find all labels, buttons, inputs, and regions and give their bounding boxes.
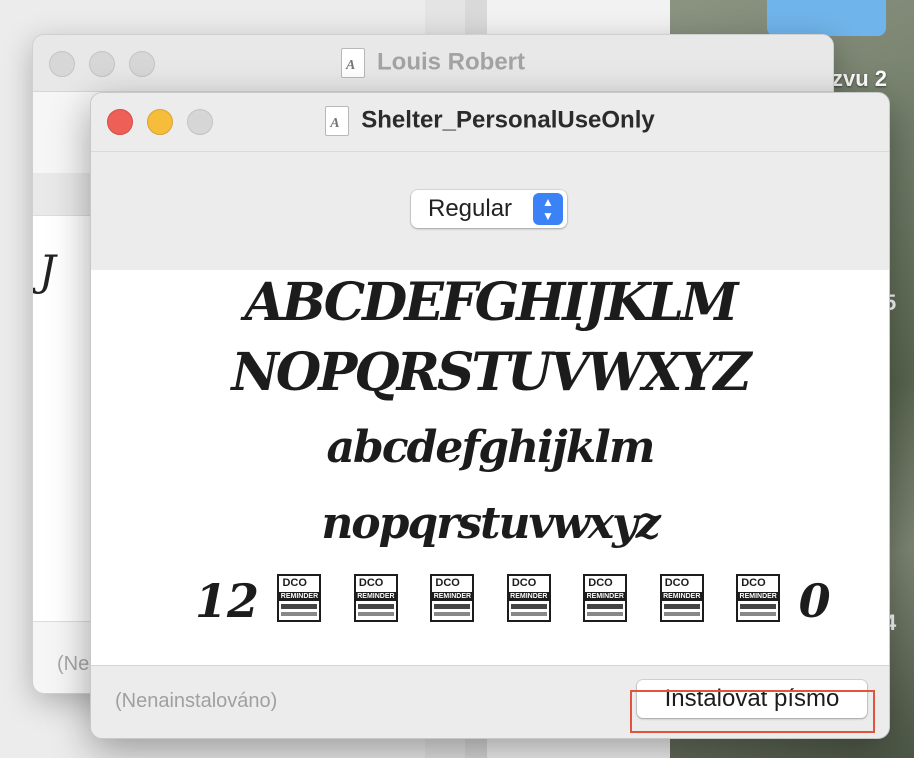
style-toolbar: Regular ▲ ▼ — [91, 151, 889, 271]
dco-reminder-glyph: DCO REMINDER — [659, 574, 704, 622]
font-file-icon: A — [325, 106, 350, 136]
dco-reminder-glyph: DCO REMINDER — [506, 574, 551, 622]
font-sample-area: ABCDEFGHIJKLM NOPQRSTUVWXYZ abcdefghijkl… — [91, 270, 889, 666]
sample-digit-text: 0 — [798, 574, 831, 628]
install-status: (Nenainstalováno) — [115, 690, 278, 712]
chevron-up-down-icon[interactable]: ▲ ▼ — [533, 193, 563, 225]
window-title-text: Louis Robert — [377, 48, 525, 76]
font-file-icon: A — [341, 48, 365, 78]
dco-reminder-glyph: DCO REMINDER — [736, 574, 781, 622]
font-preview-window[interactable]: A Shelter_PersonalUseOnly Regular ▲ ▼ ABCD… — [90, 92, 890, 739]
sample-uppercase-1: ABCDEFGHIJKLM — [244, 272, 738, 333]
font-style-value: Regular — [428, 195, 513, 222]
dco-reminder-glyph: DCO REMINDER — [277, 574, 322, 622]
window-footer: (Nenainstalováno) Instalovat písmo — [91, 666, 889, 738]
install-font-button[interactable]: Instalovat písmo — [637, 680, 867, 718]
dco-reminder-glyph: DCO REMINDER — [353, 574, 398, 622]
window-title: A Louis Robert — [33, 48, 833, 78]
sample-digits: 12 DCO REMINDER DCO REMINDER DCO REMINDER D… — [195, 574, 831, 628]
dco-reminder-glyph: DCO REMINDER — [430, 574, 475, 622]
dco-reminder-glyph: DCO REMINDER — [583, 574, 628, 622]
window-title-text: Shelter_PersonalUseOnly — [361, 106, 655, 134]
window-titlebar[interactable]: A Shelter_PersonalUseOnly — [91, 93, 889, 151]
preview-glyph: J — [39, 246, 56, 295]
sample-uppercase-2: NOPQRSTUVWXYZ — [231, 342, 751, 403]
sample-digit-text: 12 — [195, 574, 260, 628]
sample-lowercase-2: nopqrstuvwxyz — [321, 498, 660, 549]
back-window-strip — [33, 173, 93, 218]
window-title: A Shelter_PersonalUseOnly — [91, 106, 889, 136]
desktop-item-label: zvu 2 — [832, 66, 888, 91]
back-window-titlebar[interactable]: A Louis Robert — [33, 35, 833, 92]
desktop-folder-icon[interactable] — [767, 0, 886, 36]
sample-lowercase-1: abcdefghijklm — [326, 422, 656, 473]
font-style-select[interactable]: Regular ▲ ▼ — [411, 190, 567, 228]
back-window-status: (Ne — [57, 653, 90, 675]
